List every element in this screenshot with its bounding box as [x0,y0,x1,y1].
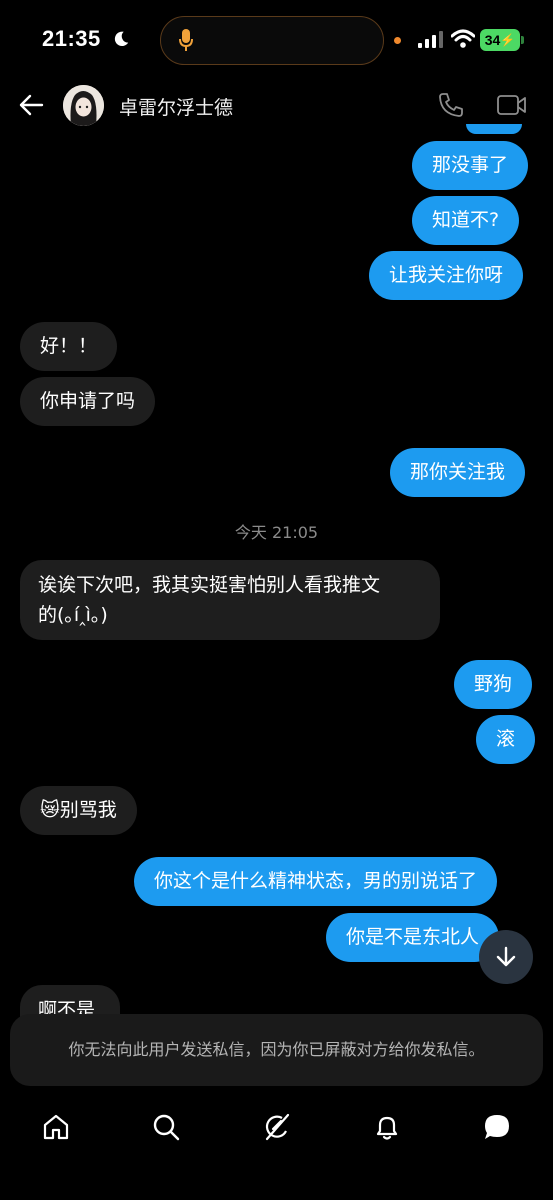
message-out-7[interactable]: 你这个是什么精神状态，男的别说话了 [134,857,498,906]
grok-icon[interactable] [262,1112,292,1142]
messages-icon[interactable] [482,1112,512,1142]
message-in-4[interactable]: 😿别骂我 [20,786,137,835]
date-separator: 今天 21:05 [234,523,319,542]
avatar[interactable] [63,85,104,126]
message-out-5[interactable]: 野狗 [454,660,533,709]
battery-nub [521,36,524,44]
message-bubble-partial [466,124,522,134]
privacy-indicator [394,37,401,44]
home-icon[interactable] [41,1112,71,1142]
message-in-2[interactable]: 你申请了吗 [20,377,156,426]
moon-icon [114,31,129,47]
message-out-3[interactable]: 让我关注你呀 [369,251,524,300]
back-arrow-icon[interactable] [18,92,44,118]
message-line-1: 诶诶下次吧，我其实挺害怕别人看我推文 [38,574,381,596]
dynamic-island [160,16,384,65]
message-out-8[interactable]: 你是不是东北人 [326,913,500,962]
video-icon[interactable] [497,93,527,117]
scroll-to-bottom-button[interactable] [479,930,533,984]
contact-name[interactable]: 卓雷尔浮士德 [119,93,233,120]
phone-icon[interactable] [438,92,464,118]
message-out-4[interactable]: 那你关注我 [390,448,526,497]
message-out-2[interactable]: 知道不? [412,196,520,245]
message-in-3[interactable]: 诶诶下次吧，我其实挺害怕别人看我推文 的(｡í‸ì｡) [20,560,440,640]
search-icon[interactable] [151,1112,181,1142]
message-out-6[interactable]: 滚 [476,715,536,764]
wifi-icon [451,29,475,48]
status-time: 21:35 [42,26,101,51]
bell-icon[interactable] [372,1112,402,1142]
mic-icon [179,29,193,51]
blocked-notice: 你无法向此用户发送私信，因为你已屏蔽对方给你发私信。 [10,1014,543,1086]
battery-level: 34 [484,32,501,48]
bottom-nav [0,1100,553,1200]
arrow-down-icon [496,946,516,967]
signal-icon [418,31,443,48]
message-in-1[interactable]: 好！！ [20,322,118,371]
battery-icon: 34 ⚡ [480,29,520,51]
message-line-2: 的(｡í‸ì｡) [38,604,108,626]
avatar-image [63,85,104,126]
status-bar: 21:35 34 ⚡ [0,0,553,80]
message-out-1[interactable]: 那没事了 [412,141,529,190]
